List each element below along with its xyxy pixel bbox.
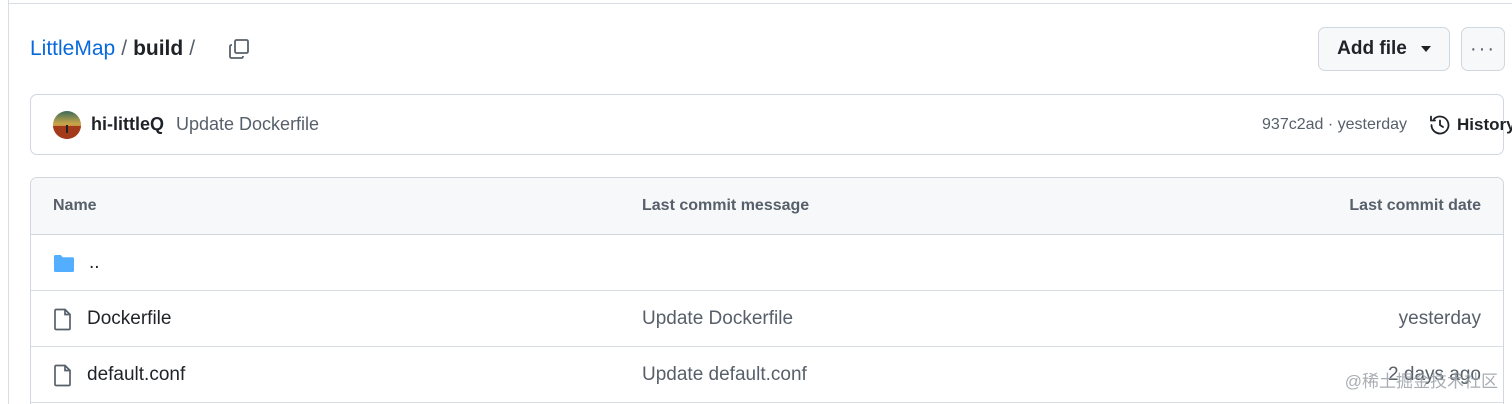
chevron-down-icon <box>1420 46 1431 52</box>
file-table: Name Last commit message Last commit dat… <box>30 177 1504 404</box>
table-row[interactable]: Dockerfile Update Dockerfile yesterday <box>31 291 1503 347</box>
more-options-button[interactable]: ··· <box>1461 27 1505 71</box>
parent-directory-link[interactable]: .. <box>89 252 100 274</box>
commit-message-link[interactable]: Update Dockerfile <box>176 114 319 135</box>
breadcrumb-separator: / <box>121 37 128 60</box>
file-name-link[interactable]: default.conf <box>87 364 185 386</box>
history-label: History <box>1457 114 1512 134</box>
breadcrumb-trailing-separator: / <box>189 37 196 60</box>
column-header-message: Last commit message <box>642 197 810 214</box>
copy-icon <box>229 39 249 59</box>
copy-path-button[interactable] <box>223 33 255 65</box>
kebab-horizontal-icon: ··· <box>1470 37 1496 60</box>
file-icon <box>54 364 71 386</box>
breadcrumb: LittleMap / build / <box>30 34 255 64</box>
breadcrumb-repo-link[interactable]: LittleMap <box>30 37 115 61</box>
latest-commit-box: hi-littleQ Update Dockerfile 937c2ad · y… <box>30 94 1512 155</box>
file-icon <box>54 308 71 330</box>
breadcrumb-current-dir: build <box>133 37 184 60</box>
folder-icon <box>54 254 74 272</box>
history-button[interactable]: History <box>1428 95 1512 154</box>
commit-message-link[interactable]: Update default.conf <box>642 347 807 402</box>
column-header-date: Last commit date <box>1349 197 1481 214</box>
left-divider <box>8 0 9 404</box>
history-icon <box>1430 115 1450 134</box>
add-file-label: Add file <box>1337 38 1407 59</box>
commit-date: yesterday <box>1398 307 1481 329</box>
avatar[interactable] <box>53 110 81 139</box>
commit-author-link[interactable]: hi-littleQ <box>91 114 164 135</box>
file-name-link[interactable]: Dockerfile <box>87 308 171 330</box>
commit-message-link[interactable]: Update Dockerfile <box>642 291 793 346</box>
add-file-button[interactable]: Add file <box>1318 27 1450 71</box>
parent-directory-row[interactable]: .. <box>31 235 1503 291</box>
table-row[interactable]: default.conf Update default.conf 2 days … <box>31 347 1503 403</box>
table-header: Name Last commit message Last commit dat… <box>31 178 1503 235</box>
commit-hash-time[interactable]: 937c2ad · yesterday <box>1231 95 1407 154</box>
top-divider <box>8 3 1512 4</box>
column-header-name: Name <box>53 197 97 214</box>
watermark: @稀土掘金技术社区 <box>1344 372 1498 391</box>
